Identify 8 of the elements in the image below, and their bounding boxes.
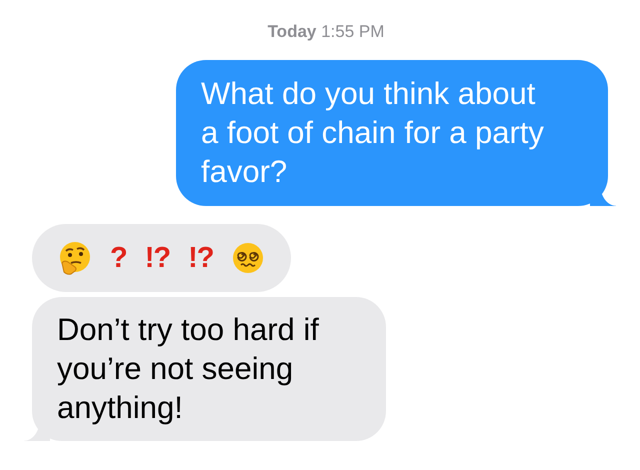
message-bubble: What do you think about a foot of chain for a party favor? [176, 60, 616, 206]
dizzy-face-icon [231, 241, 266, 275]
punctuation-mark: !? [188, 242, 214, 274]
timestamp: Today 1:55 PM [268, 22, 384, 42]
thinking-face-icon [58, 241, 92, 275]
punctuation-mark: ? [110, 242, 127, 274]
punctuation-mark: !? [144, 242, 170, 274]
message-bubble: Don’t try too hard if you’re not seeing anything! [24, 297, 386, 441]
